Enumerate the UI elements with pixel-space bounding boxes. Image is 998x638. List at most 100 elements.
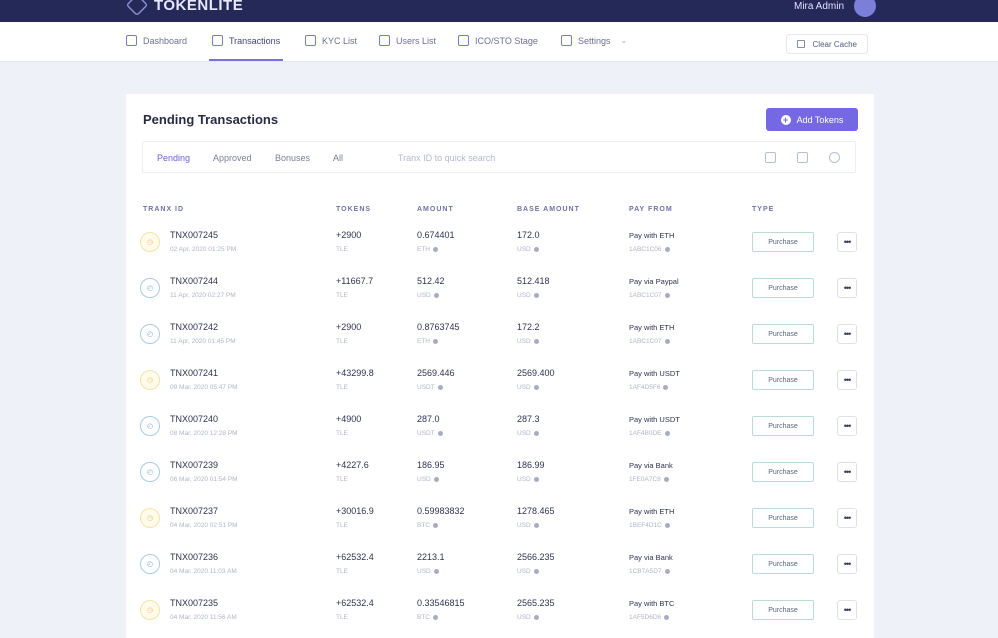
status-icon: ◷ [140,508,160,528]
token-symbol: TLE [336,338,348,345]
nav-dashboard[interactable]: Dashboard [126,35,187,46]
info-icon [664,339,670,344]
token-symbol: TLE [336,292,348,299]
token-symbol: TLE [336,384,348,391]
brand-name: TOKENLITE [154,0,244,14]
info-icon [433,569,439,574]
info-icon [433,293,439,298]
tab-all[interactable]: All [333,153,343,163]
status-icon: ◴ [140,278,160,298]
token-symbol: TLE [336,522,348,529]
pay-from: Pay via Paypal [629,277,679,286]
type-badge[interactable]: Purchase [752,600,814,620]
base-currency-label: USD [517,614,531,621]
table-row[interactable]: ◴ TNX007240 08 Mar, 2020 12:28 PM +4900 TLE 2… [126,404,874,450]
dashboard-icon [126,35,137,46]
nav-transactions[interactable]: Transactions [208,35,284,61]
tranx-id[interactable]: TNX007237 [170,506,218,516]
amount-value: 512.42 [417,276,445,286]
info-icon [533,339,539,344]
more-actions-button[interactable]: ••• [837,554,857,574]
more-actions-button[interactable]: ••• [837,278,857,298]
tranx-id[interactable]: TNX007242 [170,322,218,332]
base-amount-value: 2566.235 [517,552,555,562]
base-amount-value: 2569.400 [517,368,555,378]
amount-currency: USDT [417,384,443,391]
more-actions-button[interactable]: ••• [837,324,857,344]
table-row[interactable]: ◷ TNX007237 04 Mar, 2020 02:51 PM +30016.9 T… [126,496,874,542]
tab-bonuses[interactable]: Bonuses [275,153,310,163]
nav-ico-sto-stage[interactable]: ICO/STO Stage [458,35,538,46]
avatar[interactable] [854,0,876,17]
tab-pending[interactable]: Pending [157,153,190,163]
base-currency-label: USD [517,522,531,529]
info-icon [433,247,438,252]
tranx-id[interactable]: TNX007236 [170,552,218,562]
info-icon [437,431,443,436]
table-row[interactable]: ◷ TNX007241 09 Mar, 2020 05:47 PM +43299.8 T… [126,358,874,404]
table-row[interactable]: ◴ TNX007236 04 Mar, 2020 11:03 AM +62532.4 T… [126,542,874,588]
type-badge[interactable]: Purchase [752,554,814,574]
more-actions-button[interactable]: ••• [837,462,857,482]
tranx-id[interactable]: TNX007239 [170,460,218,470]
pay-from: Pay with ETH [629,507,675,516]
table-row[interactable]: ◴ TNX007244 11 Apr, 2020 02:27 PM +11667.7 T… [126,266,874,312]
tranx-id[interactable]: TNX007240 [170,414,218,424]
info-icon [533,293,539,298]
type-badge[interactable]: Purchase [752,278,814,298]
tranx-id[interactable]: TNX007241 [170,368,218,378]
search-input[interactable]: Tranx ID to quick search [398,153,495,163]
nav-settings[interactable]: Settings ⌄ [561,35,627,46]
nav-label: Users List [396,35,437,46]
nav-users-list[interactable]: Users List [379,35,436,46]
nav-label: ICO/STO Stage [475,35,538,46]
type-badge[interactable]: Purchase [752,462,814,482]
settings-icon[interactable] [829,152,840,163]
brand-logo[interactable]: TOKENLITE [125,0,244,17]
more-actions-button[interactable]: ••• [837,232,857,252]
tranx-date: 09 Mar, 2020 05:47 PM [170,384,238,391]
nav-label: Dashboard [143,35,188,46]
tranx-id[interactable]: TNX007235 [170,598,218,608]
table-row[interactable]: ◴ TNX007239 06 Mar, 2020 01:54 PM +4227.6 TL… [126,450,874,496]
amount-value: 2569.446 [417,368,455,378]
kyc-icon [305,35,316,46]
type-badge[interactable]: Purchase [752,324,814,344]
type-badge[interactable]: Purchase [752,370,814,390]
table-row[interactable]: ◷ TNX007235 04 Mar, 2020 11:56 AM +62532.4 T… [126,588,874,634]
pay-from-address: 1CB7A5D7 [629,568,662,575]
nav-kyc-list[interactable]: KYC List [305,35,357,46]
info-icon [433,339,438,344]
table-row[interactable]: ◷ TNX007245 02 Apr, 2020 01:25 PM +2900 TLE 0… [126,220,874,266]
tranx-id[interactable]: TNX007244 [170,276,218,286]
type-badge[interactable]: Purchase [752,416,814,436]
info-icon [664,247,670,252]
filter-icon[interactable] [797,152,808,163]
info-icon [533,615,539,620]
type-badge[interactable]: Purchase [752,232,814,252]
token-logo-icon [125,0,149,17]
tab-approved[interactable]: Approved [213,153,252,163]
table-row[interactable]: ◴ TNX007242 11 Apr, 2020 01:45 PM +2900 TLE 0… [126,312,874,358]
pay-from-sub: 1AF4B0DE [629,430,670,437]
clear-cache-button[interactable]: Clear Cache [785,34,868,54]
user-menu[interactable]: Mira Admin [794,0,876,17]
base-amount-currency: USD [517,476,539,483]
more-actions-button[interactable]: ••• [837,508,857,528]
add-tokens-button[interactable]: + Add Tokens [766,108,858,131]
export-icon[interactable] [765,152,776,163]
pay-from-sub: 1AF5D6D6 [629,614,670,621]
type-badge[interactable]: Purchase [752,508,814,528]
tranx-id[interactable]: TNX007245 [170,230,218,240]
info-icon [533,523,539,528]
info-icon [664,615,670,620]
info-icon [533,569,539,574]
more-actions-button[interactable]: ••• [837,370,857,390]
more-actions-button[interactable]: ••• [837,600,857,620]
amount-currency-label: BTC [417,614,430,621]
more-actions-button[interactable]: ••• [837,416,857,436]
clear-cache-label: Clear Cache [812,39,857,49]
info-icon [664,569,670,574]
col-header-amount: AMOUNT [417,206,454,213]
status-icon: ◷ [140,232,160,252]
